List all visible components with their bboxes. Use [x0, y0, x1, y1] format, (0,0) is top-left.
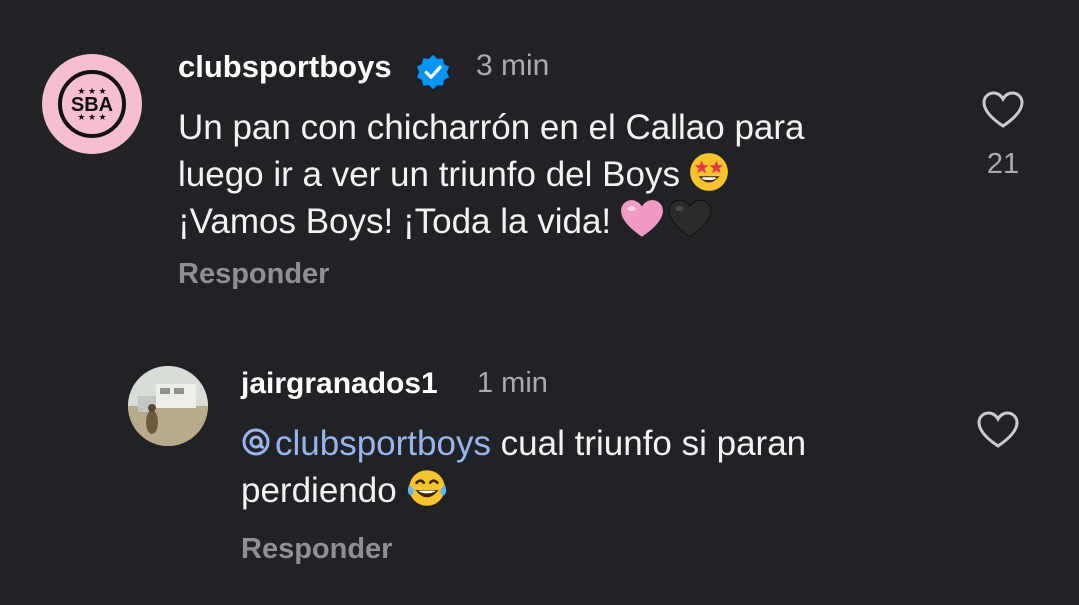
comment-clubsportboys: ★ ★ ★ ★ ★ ★ SBA clubsportboys 3 min Un p… [0, 0, 1079, 320]
mention-link[interactable]: clubsportboys [241, 424, 491, 463]
comment-text-line: luego ir a ver un triunfo del Boys [178, 155, 680, 194]
comment-text-line: Un pan con chicharrón en el Callao para [178, 108, 805, 147]
comment-text: clubsportboys cual triunfo si paran perd… [241, 421, 961, 514]
avatar-clubsportboys[interactable]: ★ ★ ★ ★ ★ ★ SBA [42, 54, 142, 154]
avatar-jairgranados1[interactable] [128, 366, 208, 446]
star-struck-emoji [690, 153, 728, 191]
comment-username[interactable]: jairgranados1 [241, 367, 438, 401]
black-heart-emoji [668, 199, 712, 238]
verified-badge-icon [416, 54, 450, 90]
comment-text: Un pan con chicharrón en el Callao para … [178, 105, 958, 245]
pink-heart-emoji [621, 200, 664, 237]
tears-of-joy-emoji [407, 470, 446, 506]
mention-username: clubsportboys [275, 424, 491, 463]
reply-button[interactable]: Responder [241, 533, 392, 566]
comment-text-line: ¡Vamos Boys! ¡Toda la vida! [178, 202, 612, 241]
avatar-logo-text: SBA [71, 94, 113, 116]
comment-time: 1 min [477, 367, 548, 399]
comment-text-line-with-emoji: luego ir a ver un triunfo del Boys [178, 151, 958, 198]
heart-outline-icon[interactable] [981, 90, 1025, 130]
threads-at-icon [242, 428, 270, 456]
comment-text-line: perdiendo [241, 471, 397, 510]
comment-text-line-with-emoji: ¡Vamos Boys! ¡Toda la vida! [178, 198, 958, 245]
like-count: 21 [986, 148, 1020, 180]
comment-text-line-with-emoji: perdiendo [241, 467, 961, 514]
comment-username[interactable]: clubsportboys [178, 49, 392, 85]
comment-text-rest: cual triunfo si paran [490, 424, 807, 463]
comment-text-line: clubsportboys cual triunfo si paran [241, 421, 961, 467]
reply-button[interactable]: Responder [178, 258, 329, 291]
heart-outline-icon[interactable] [976, 410, 1020, 450]
comment-time: 3 min [476, 49, 550, 82]
